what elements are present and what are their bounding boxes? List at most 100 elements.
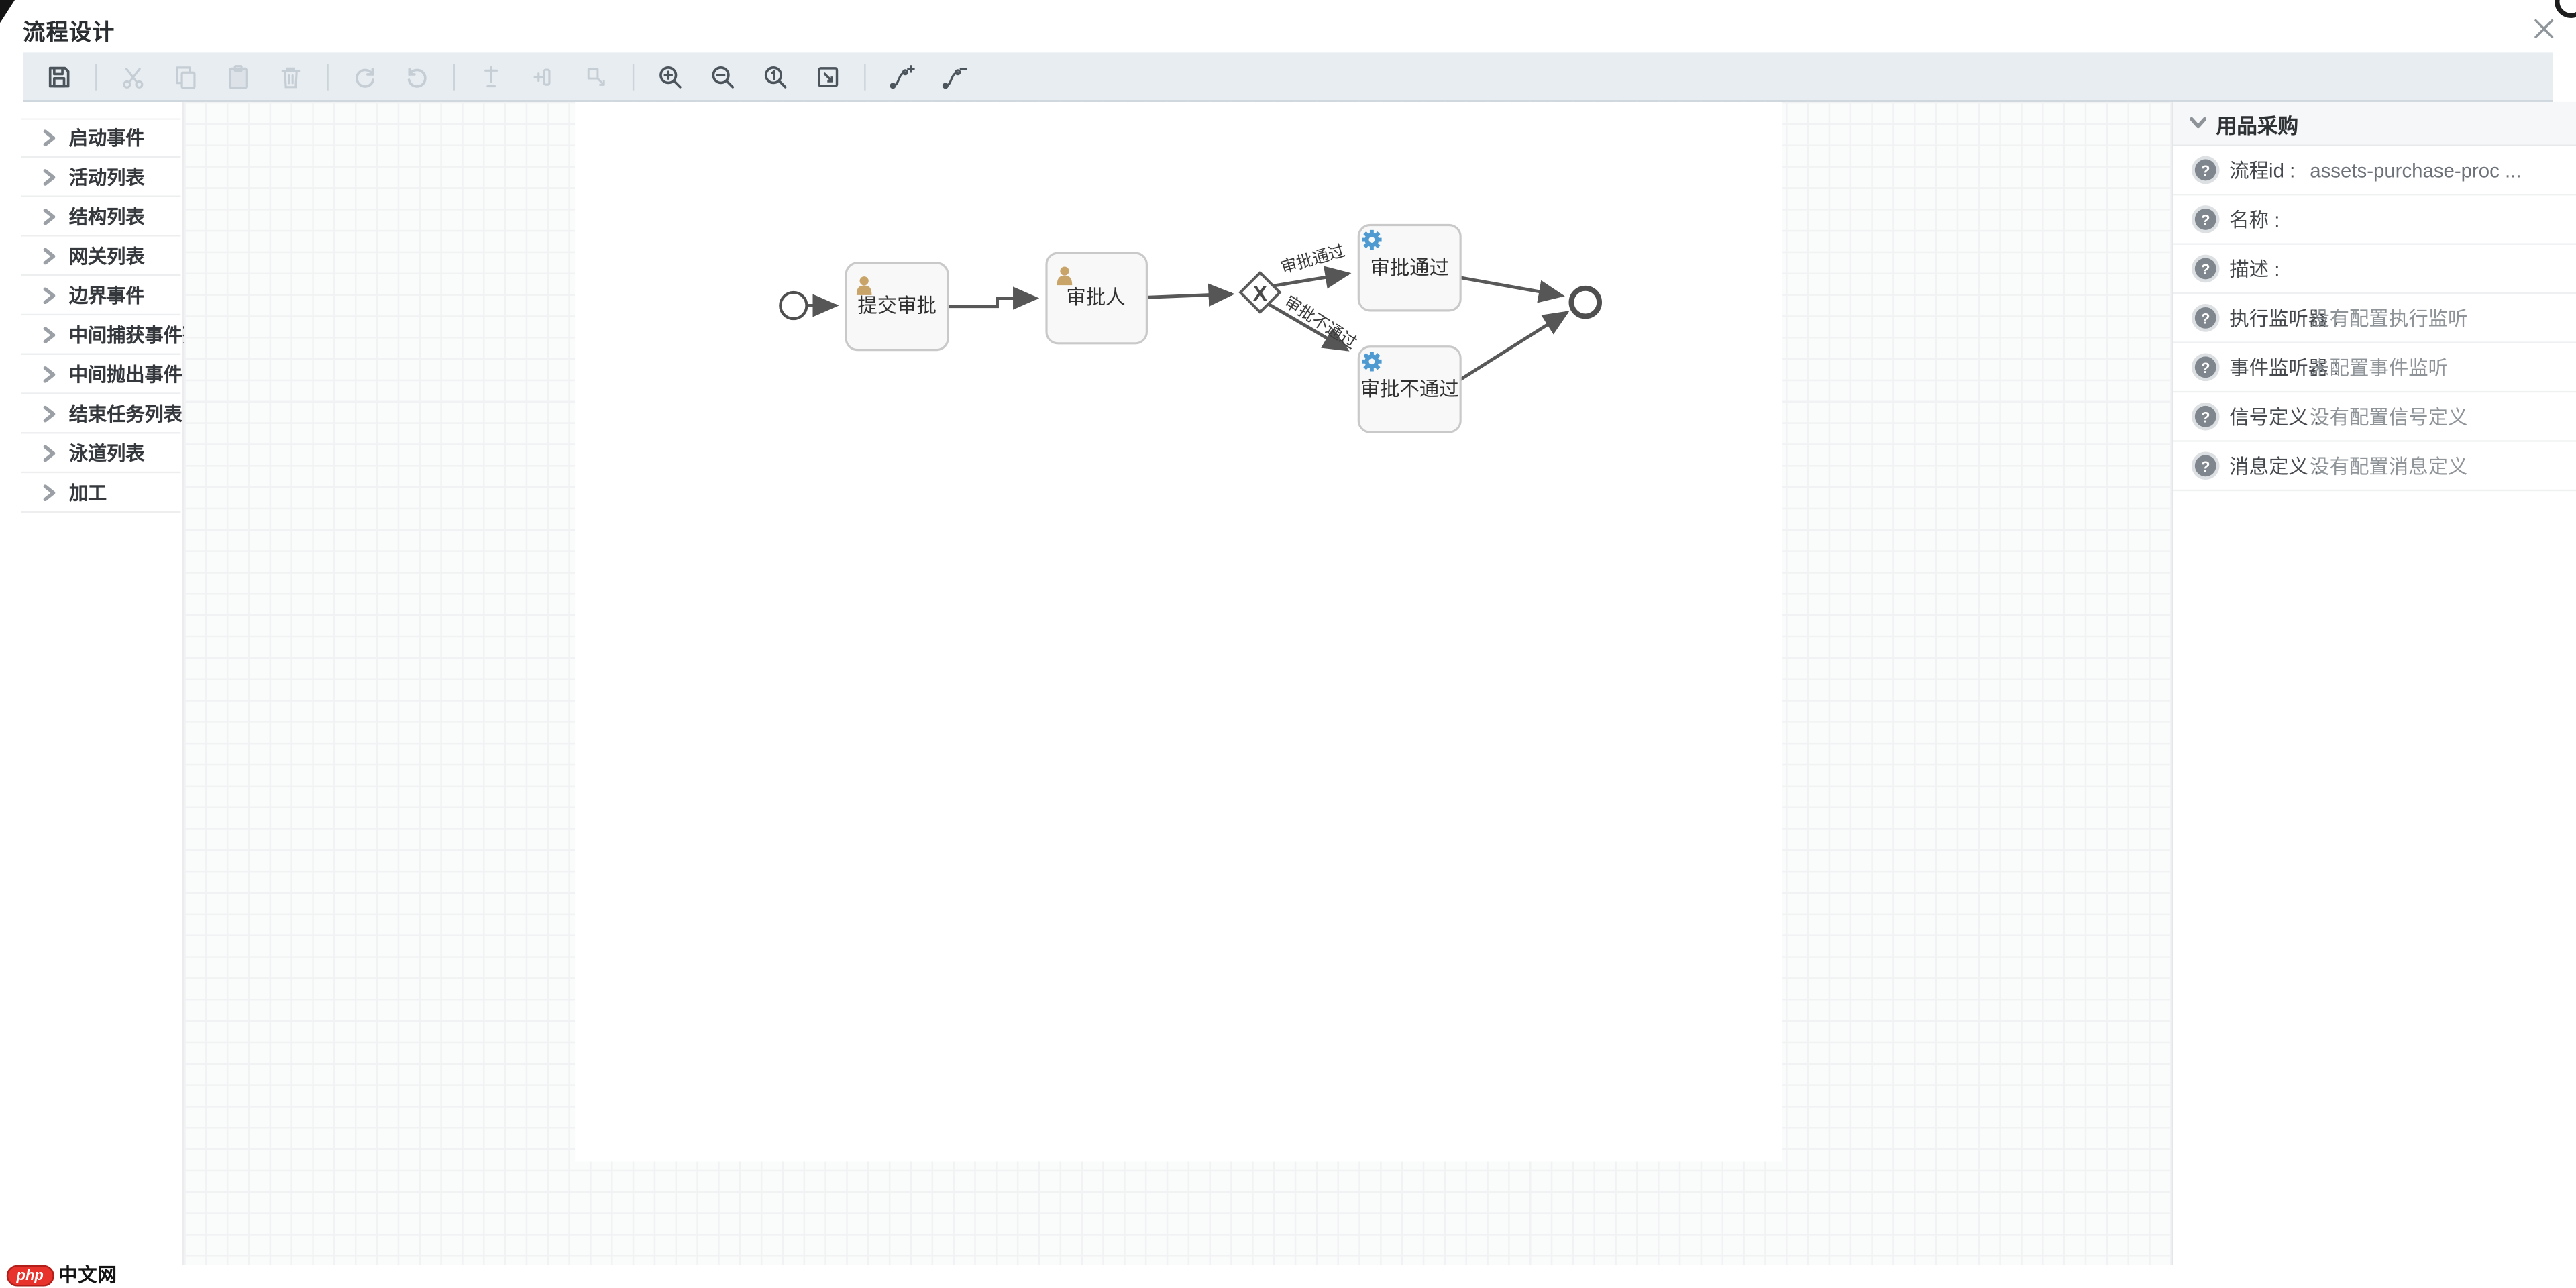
chevron-right-icon bbox=[43, 168, 56, 185]
sidebar-item-intermediate-throw-events[interactable]: 中间抛出事件 bbox=[21, 354, 182, 394]
task-node-submit-approval[interactable]: 提交审批 bbox=[845, 262, 949, 352]
question-circle-icon: ? bbox=[2194, 258, 2216, 280]
flow-approver-to-gateway[interactable] bbox=[1146, 283, 1235, 307]
chevron-right-icon bbox=[43, 365, 56, 382]
prop-value: 没有配置消息定义 bbox=[2310, 455, 2468, 478]
task-label: 审批人 bbox=[1066, 286, 1125, 309]
cut-icon bbox=[123, 67, 144, 88]
undo-button[interactable] bbox=[398, 56, 437, 96]
sidebar-item-label: 结构列表 bbox=[68, 207, 145, 228]
align-horizontal-icon bbox=[533, 68, 551, 85]
align-horizontal-button[interactable] bbox=[524, 56, 564, 96]
titlebar: 流程设计 bbox=[0, 0, 2576, 53]
prop-label: 流程id : bbox=[2229, 159, 2296, 182]
align-vertical-icon bbox=[484, 65, 498, 87]
sidebar-item-intermediate-catch-events[interactable]: 中间捕获事件列表 bbox=[21, 315, 220, 355]
save-icon bbox=[48, 66, 70, 87]
prop-value: 未配置事件监听 bbox=[2310, 356, 2449, 380]
properties-panel: 用品采购 ? 流程id : assets-purchase-proc ... ?… bbox=[2171, 101, 2576, 1265]
connection-add-icon bbox=[890, 64, 915, 89]
sidebar-item-start-events[interactable]: 启动事件 bbox=[21, 118, 181, 158]
chevron-right-icon bbox=[43, 247, 56, 264]
cut-button[interactable] bbox=[113, 56, 153, 96]
redo-button[interactable] bbox=[345, 56, 384, 96]
paste-button[interactable] bbox=[219, 56, 258, 96]
prop-value: 没有配置执行监听 bbox=[2310, 307, 2468, 331]
prop-row-name[interactable]: ? 名称 : bbox=[2174, 195, 2576, 245]
chevron-right-icon bbox=[43, 444, 56, 461]
task-label: 审批通过 bbox=[1370, 257, 1449, 279]
palette-sidebar: 启动事件 活动列表 结构列表 网关列表 边界事件 中间捕获事件列表 中间抛出事件… bbox=[0, 101, 220, 1265]
copy-icon bbox=[176, 66, 196, 89]
paste-icon bbox=[229, 64, 248, 89]
sidebar-item-gateway-list[interactable]: 网关列表 bbox=[21, 236, 181, 276]
end-event-node[interactable] bbox=[1568, 285, 1603, 319]
task-node-rejected[interactable]: 审批不通过 bbox=[1357, 345, 1462, 433]
connection-add-button[interactable] bbox=[882, 56, 922, 96]
fit-screen-icon bbox=[818, 66, 839, 87]
task-node-approved[interactable]: 审批通过 bbox=[1357, 223, 1462, 312]
palette-list: 启动事件 活动列表 结构列表 网关列表 边界事件 中间捕获事件列表 中间抛出事件… bbox=[0, 118, 220, 513]
prop-label: 描述 : bbox=[2229, 258, 2280, 281]
flow-approved-to-end[interactable] bbox=[1460, 276, 1565, 303]
prop-value: 没有配置信号定义 bbox=[2310, 405, 2468, 429]
zoom-out-button[interactable] bbox=[703, 56, 743, 96]
zoom-reset-button[interactable] bbox=[756, 56, 796, 96]
save-button[interactable] bbox=[40, 56, 79, 96]
question-circle-icon: ? bbox=[2194, 209, 2216, 230]
sidebar-item-end-task-list[interactable]: 结束任务列表 bbox=[21, 394, 182, 434]
task-label: 提交审批 bbox=[857, 294, 936, 317]
chevron-right-icon bbox=[43, 484, 56, 500]
edge-label-rejected: 审批不通过 bbox=[1281, 292, 1360, 353]
task-node-approver[interactable]: 审批人 bbox=[1045, 252, 1148, 345]
sidebar-item-structure-list[interactable]: 结构列表 bbox=[21, 197, 181, 237]
panel-header[interactable]: 用品采购 bbox=[2174, 101, 2576, 146]
prop-row-message-definition[interactable]: ? 消息定义 : 没有配置消息定义 bbox=[2174, 441, 2576, 492]
connection-remove-button[interactable] bbox=[934, 56, 974, 96]
prop-row-process-id[interactable]: ? 流程id : assets-purchase-proc ... bbox=[2174, 146, 2576, 196]
sidebar-item-swimlane-list[interactable]: 泳道列表 bbox=[21, 433, 181, 474]
question-circle-icon: ? bbox=[2194, 307, 2216, 329]
sidebar-item-label: 启动事件 bbox=[68, 129, 145, 150]
prop-label: 消息定义 : bbox=[2229, 455, 2320, 478]
diagram-canvas[interactable]: 提交审批 审批人 X 审批通过 审批不通过 审批通过 审批不通过 bbox=[184, 101, 2172, 1265]
sidebar-item-activity-list[interactable]: 活动列表 bbox=[21, 158, 181, 197]
toolbar-separator bbox=[864, 63, 866, 90]
sidebar-item-processing[interactable]: 加工 bbox=[21, 473, 181, 513]
prop-value: assets-purchase-proc ... bbox=[2310, 158, 2522, 182]
prop-row-signal-definition[interactable]: ? 信号定义 : 没有配置信号定义 bbox=[2174, 392, 2576, 442]
copy-button[interactable] bbox=[166, 56, 205, 96]
align-vertical-button[interactable] bbox=[472, 56, 511, 96]
gateway-x-icon: X bbox=[1253, 281, 1267, 305]
main-area: 启动事件 活动列表 结构列表 网关列表 边界事件 中间捕获事件列表 中间抛出事件… bbox=[0, 101, 2576, 1265]
flow-rejected-to-end[interactable] bbox=[1459, 311, 1570, 381]
toolbar-separator bbox=[327, 63, 329, 90]
close-icon[interactable] bbox=[2533, 18, 2555, 40]
chevron-right-icon bbox=[43, 286, 56, 303]
prop-row-description[interactable]: ? 描述 : bbox=[2174, 244, 2576, 294]
chevron-right-icon bbox=[43, 405, 56, 422]
zoom-in-button[interactable] bbox=[651, 56, 690, 96]
chevron-right-icon bbox=[43, 326, 56, 343]
question-circle-icon: ? bbox=[2194, 455, 2216, 477]
flow-submit-to-approver[interactable] bbox=[948, 286, 1040, 310]
prop-row-execution-listener[interactable]: ? 执行监听器 : 没有配置执行监听 bbox=[2174, 294, 2576, 343]
sidebar-item-label: 泳道列表 bbox=[68, 444, 145, 464]
delete-button[interactable] bbox=[271, 56, 311, 96]
watermark-site-text: 中文网 bbox=[58, 1267, 118, 1287]
sidebar-item-label: 结束任务列表 bbox=[68, 405, 182, 425]
prop-label: 名称 : bbox=[2229, 209, 2280, 232]
chevron-down-icon bbox=[2190, 117, 2206, 130]
chevron-right-icon bbox=[43, 207, 56, 225]
start-event-node[interactable] bbox=[779, 290, 808, 321]
connection-remove-icon bbox=[942, 67, 968, 89]
sidebar-item-boundary-events[interactable]: 边界事件 bbox=[21, 276, 181, 316]
service-task-gear-icon bbox=[1362, 352, 1382, 372]
fit-screen-button[interactable] bbox=[808, 56, 848, 96]
ungroup-button[interactable] bbox=[577, 56, 616, 96]
zoom-in-icon bbox=[659, 65, 682, 88]
prop-row-event-listener[interactable]: ? 事件监听器 : 未配置事件监听 bbox=[2174, 343, 2576, 393]
prop-label: 信号定义 : bbox=[2229, 405, 2320, 429]
bpmn-diagram: 提交审批 审批人 X 审批通过 审批不通过 审批通过 审批不通过 bbox=[779, 223, 1603, 433]
process-designer-window: 流程设计 启动事件 活动列表 结构列表 网关列表 边界事件 中间捕获事件列表 中… bbox=[0, 0, 2576, 1288]
